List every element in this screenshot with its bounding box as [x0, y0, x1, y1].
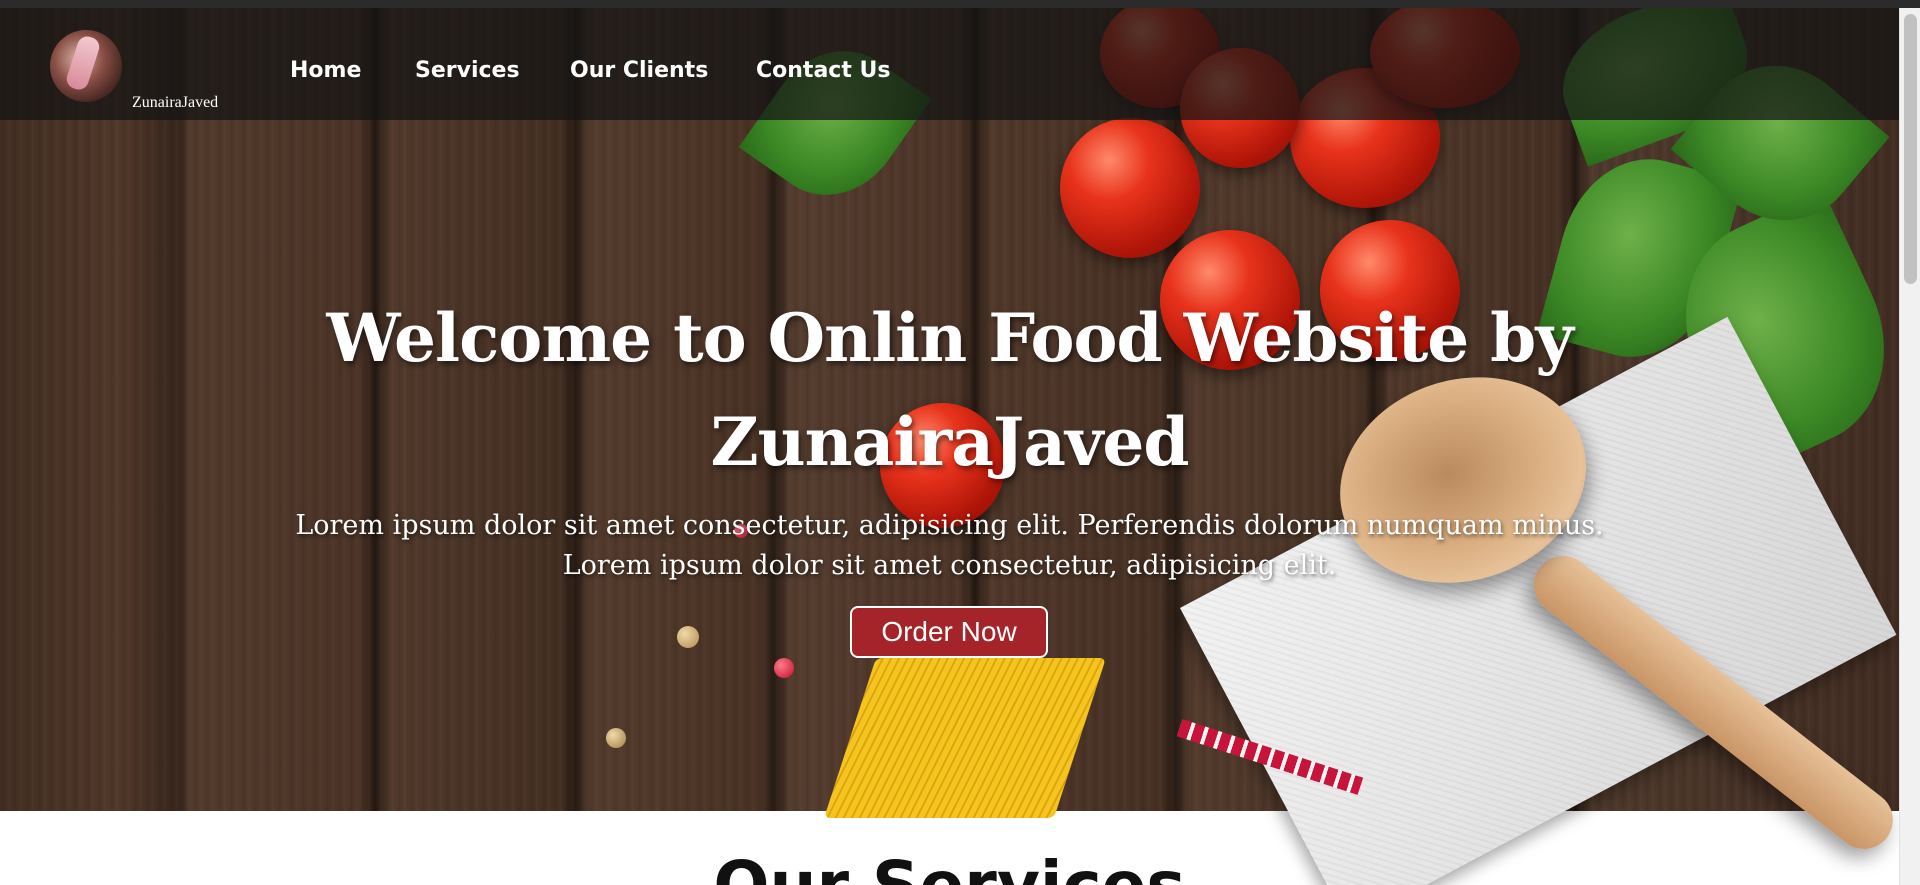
nav-link-contact-us[interactable]: Contact Us [756, 58, 890, 83]
brand-name: ZunairaJaved [132, 94, 219, 111]
services-heading: Our Services [0, 846, 1899, 885]
page: ZunairaJaved Home Services Our Clients C… [0, 8, 1899, 885]
logo-avatar[interactable] [50, 30, 122, 102]
hero-title-line1: Welcome to Onlin Food Website by [326, 299, 1573, 377]
browser-top-strip [0, 0, 1920, 8]
nav-link-our-clients[interactable]: Our Clients [570, 58, 708, 83]
hero-subtitle-line2: Lorem ipsum dolor sit amet consectetur, … [562, 550, 1337, 581]
order-now-button[interactable]: Order Now [850, 606, 1048, 658]
hero-subtitle: Lorem ipsum dolor sit amet consectetur, … [0, 506, 1899, 586]
nav-link-services[interactable]: Services [415, 58, 520, 83]
nav-link-home[interactable]: Home [290, 58, 361, 83]
navbar: ZunairaJaved Home Services Our Clients C… [0, 8, 1899, 120]
hero-title-line2: ZunairaJaved [710, 403, 1189, 481]
hero-subtitle-line1: Lorem ipsum dolor sit amet consectetur, … [295, 510, 1604, 541]
hero-title: Welcome to Onlin Food Website by Zunaira… [0, 286, 1899, 494]
scrollbar-thumb[interactable] [1904, 14, 1917, 284]
avatar-photo-icon [64, 33, 102, 93]
hero-section: ZunairaJaved Home Services Our Clients C… [0, 8, 1899, 885]
page-scrollbar[interactable] [1899, 8, 1920, 885]
